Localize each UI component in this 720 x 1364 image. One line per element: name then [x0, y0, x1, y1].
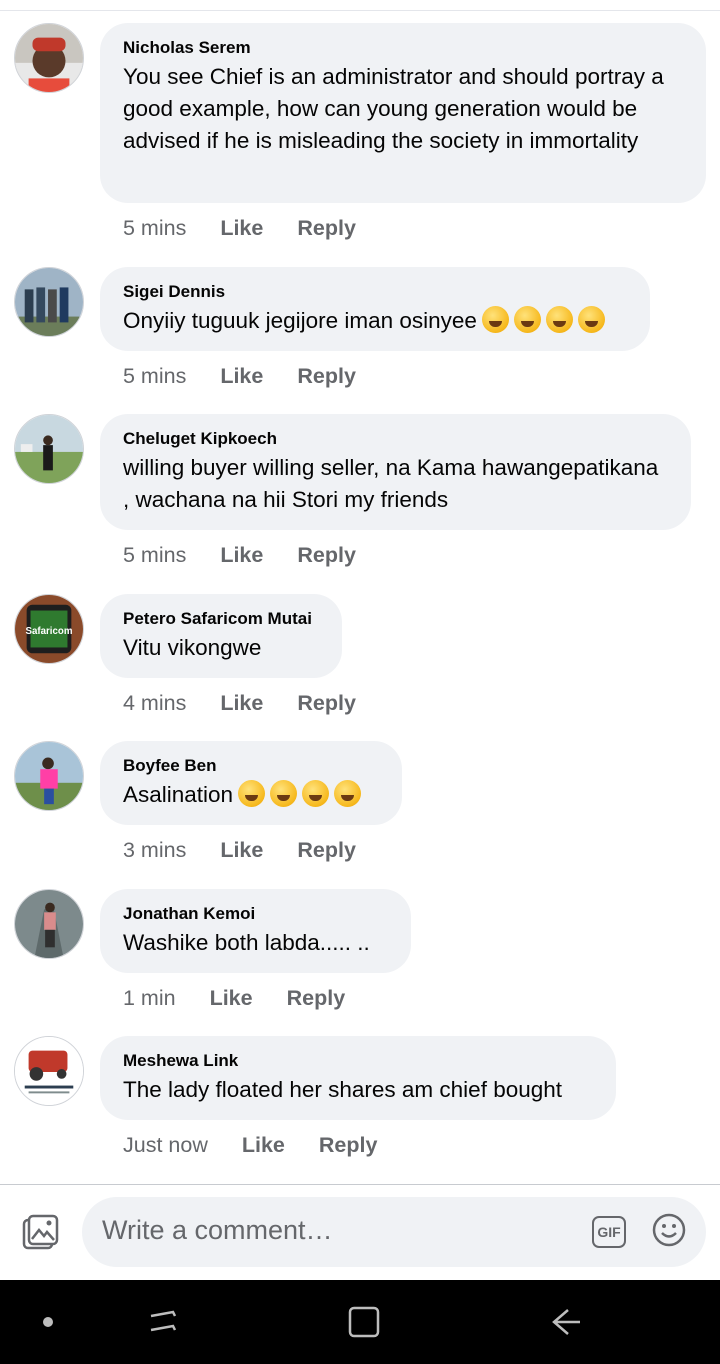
- comment-meta: 5 mins Like Reply: [123, 364, 356, 389]
- comment-author[interactable]: Petero Safaricom Mutai: [123, 608, 320, 630]
- comment-time[interactable]: 5 mins: [123, 364, 186, 389]
- rolling-laughing-emoji: [577, 306, 605, 333]
- comment-text: Onyiiy tuguuk jegijore iman osinyee: [123, 305, 628, 337]
- comment-meta: 5 mins Like Reply: [123, 216, 356, 241]
- comment-author[interactable]: Sigei Dennis: [123, 281, 628, 303]
- tears-of-joy-emoji: [545, 306, 573, 333]
- avatar[interactable]: Safaricom: [14, 594, 84, 664]
- comment-text: willing buyer willing seller, na Kama ha…: [123, 455, 659, 512]
- comment-meta: Just now Like Reply: [123, 1133, 377, 1158]
- comment-time[interactable]: 5 mins: [123, 543, 186, 568]
- reply-button[interactable]: Reply: [297, 691, 356, 716]
- like-button[interactable]: Like: [220, 691, 263, 716]
- comment-bubble: Petero Safaricom Mutai Vitu vikongwe: [100, 594, 342, 678]
- avatar[interactable]: [14, 1036, 84, 1106]
- comment-text: The lady floated her shares am chief bou…: [123, 1077, 563, 1102]
- avatar[interactable]: [14, 267, 84, 337]
- comment-author[interactable]: Meshewa Link: [123, 1050, 594, 1072]
- comment-author[interactable]: Boyfee Ben: [123, 755, 380, 777]
- like-button[interactable]: Like: [210, 986, 253, 1011]
- comment-text: Washike both labda..... ..: [123, 930, 370, 955]
- comment-time[interactable]: 1 min: [123, 986, 176, 1011]
- pensive-face-emoji: [481, 306, 509, 333]
- like-button[interactable]: Like: [220, 364, 263, 389]
- rolling-laughing-emoji: [334, 780, 362, 807]
- comment-meta: 5 mins Like Reply: [123, 543, 356, 568]
- composer-divider: [0, 1184, 720, 1185]
- avatar[interactable]: [14, 889, 84, 959]
- comment-meta: 3 mins Like Reply: [123, 838, 356, 863]
- comment-time[interactable]: 5 mins: [123, 216, 186, 241]
- comment-time[interactable]: Just now: [123, 1133, 208, 1158]
- comment-input[interactable]: Write a comment… GIF: [82, 1197, 706, 1267]
- comment-text: You see Chief is an administrator and sh…: [123, 64, 664, 153]
- comment-time[interactable]: 3 mins: [123, 838, 186, 863]
- rolling-laughing-emoji: [270, 780, 298, 807]
- comment-bubble: Sigei Dennis Onyiiy tuguuk jegijore iman…: [100, 267, 650, 351]
- reply-button[interactable]: Reply: [297, 543, 356, 568]
- reply-button[interactable]: Reply: [297, 838, 356, 863]
- comment-bubble: Meshewa Link The lady floated her shares…: [100, 1036, 616, 1120]
- safaricom-logo-text: Safaricom: [26, 626, 73, 637]
- dot-icon[interactable]: [43, 1317, 53, 1327]
- reply-button[interactable]: Reply: [287, 986, 346, 1011]
- confused-face-emoji: [513, 306, 541, 333]
- comment-text-content: Onyiiy tuguuk jegijore iman osinyee: [123, 308, 477, 333]
- comment-bubble: Cheluget Kipkoech willing buyer willing …: [100, 414, 691, 530]
- comment-input-placeholder: Write a comment…: [102, 1215, 333, 1245]
- rolling-laughing-emoji: [238, 780, 266, 807]
- comment-meta: 1 min Like Reply: [123, 986, 345, 1011]
- photo-icon[interactable]: [22, 1214, 60, 1252]
- like-button[interactable]: Like: [220, 216, 263, 241]
- comment-text: Vitu vikongwe: [123, 635, 262, 660]
- comment-bubble: Boyfee Ben Asalination: [100, 741, 402, 825]
- avatar[interactable]: [14, 414, 84, 484]
- comment-text-content: Asalination: [123, 782, 234, 807]
- comment-bubble: Nicholas Serem You see Chief is an admin…: [100, 23, 706, 203]
- avatar[interactable]: [14, 741, 84, 811]
- home-icon[interactable]: [344, 1302, 384, 1342]
- comment-author[interactable]: Jonathan Kemoi: [123, 903, 389, 925]
- comment-author[interactable]: Nicholas Serem: [123, 37, 684, 59]
- top-divider: [0, 10, 720, 11]
- reply-button[interactable]: Reply: [319, 1133, 378, 1158]
- like-button[interactable]: Like: [242, 1133, 285, 1158]
- reply-button[interactable]: Reply: [297, 364, 356, 389]
- comment-bubble: Jonathan Kemoi Washike both labda..... .…: [100, 889, 411, 973]
- recent-apps-icon[interactable]: [143, 1302, 183, 1342]
- like-button[interactable]: Like: [220, 543, 263, 568]
- smiley-icon[interactable]: [652, 1213, 686, 1247]
- back-icon[interactable]: [546, 1302, 586, 1342]
- comment-meta: 4 mins Like Reply: [123, 691, 356, 716]
- system-navigation-bar: [0, 1280, 720, 1364]
- comment-time[interactable]: 4 mins: [123, 691, 186, 716]
- comment-author[interactable]: Cheluget Kipkoech: [123, 428, 669, 450]
- avatar[interactable]: [14, 23, 84, 93]
- reply-button[interactable]: Reply: [297, 216, 356, 241]
- rolling-laughing-emoji: [302, 780, 330, 807]
- gif-button[interactable]: GIF: [592, 1216, 626, 1248]
- like-button[interactable]: Like: [220, 838, 263, 863]
- comment-text: Asalination: [123, 779, 380, 811]
